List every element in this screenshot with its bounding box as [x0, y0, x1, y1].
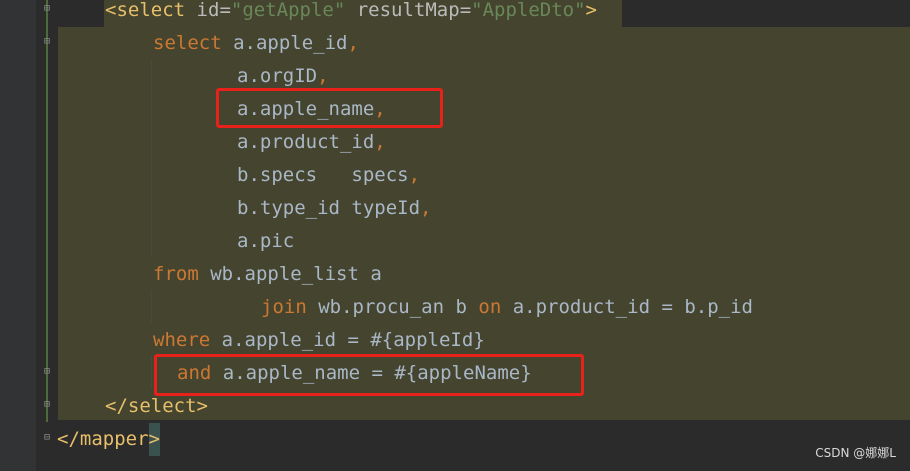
code-line-from[interactable]: from wb.apple_list a: [153, 258, 382, 291]
code-line-product-id[interactable]: a.product_id,: [237, 126, 386, 159]
attr-name: resultMap: [356, 0, 460, 21]
fold-range-indicator: [46, 0, 48, 422]
sql-text: a.orgID: [237, 65, 318, 87]
fold-end-icon[interactable]: ⊟: [41, 432, 53, 444]
code-line-where[interactable]: where a.apple_id = #{appleId}: [153, 324, 485, 357]
tag-bracket: >: [585, 0, 597, 21]
indent-guide: [151, 356, 152, 389]
attr-name: id: [196, 0, 220, 21]
sql-comma: ,: [408, 164, 421, 186]
code-line-type-id[interactable]: b.type_id typeId,: [237, 192, 431, 225]
attr-equals: =: [219, 0, 231, 21]
attr-value: "AppleDto": [471, 0, 586, 21]
sql-keyword: where: [153, 329, 211, 351]
fold-end-icon[interactable]: ⊟: [41, 399, 53, 411]
indent-guide: [151, 60, 152, 256]
sql-keyword: on: [478, 296, 502, 318]
indent-guide: [151, 290, 152, 323]
sql-comma: ,: [347, 32, 359, 54]
tag-name: </mapper: [57, 428, 149, 450]
sql-text: a.apple_id: [233, 32, 348, 54]
attr-value: "getApple": [230, 0, 346, 21]
sql-keyword: from: [153, 263, 199, 285]
fold-end-icon[interactable]: ⊟: [41, 366, 53, 378]
sql-comma: ,: [374, 131, 386, 153]
code-line-pic[interactable]: a.pic: [237, 225, 294, 258]
sql-text: wb.apple_list a: [210, 263, 382, 285]
watermark: CSDN @娜娜L: [815, 446, 896, 460]
sql-text: a.product_id = b.p_id: [512, 296, 753, 318]
sql-text: wb.procu_an b: [318, 296, 467, 318]
sql-text: b.specs specs: [237, 164, 409, 186]
sql-text: a.apple_id = #{appleId}: [221, 329, 485, 351]
sql-text: a.product_id: [237, 131, 375, 153]
code-line-select-open[interactable]: <select id="getApple" resultMap="AppleDt…: [105, 0, 597, 27]
line-number-gutter: [0, 0, 36, 471]
fold-collapse-icon[interactable]: ⊟: [41, 36, 53, 48]
tag-name: select: [116, 0, 186, 21]
sql-keyword: select: [153, 32, 222, 54]
sql-text: b.type_id typeId: [237, 197, 421, 219]
code-line-select[interactable]: select a.apple_id,: [153, 27, 359, 60]
attr-equals: =: [459, 0, 472, 21]
sql-keyword: join: [261, 296, 307, 318]
sql-comma: ,: [420, 197, 432, 219]
annotation-box: [216, 88, 443, 128]
tag-name: </select>: [105, 395, 208, 417]
matched-bracket-cursor: >: [148, 423, 160, 456]
sql-comma: ,: [317, 65, 329, 87]
code-line-mapper-close[interactable]: </mapper>: [57, 423, 160, 456]
sql-text: a.pic: [237, 230, 295, 252]
code-line-specs[interactable]: b.specs specs,: [237, 159, 420, 192]
code-line-join[interactable]: join wb.procu_an b on a.product_id = b.p…: [261, 291, 753, 324]
fold-collapse-icon[interactable]: ⊟: [41, 3, 53, 15]
annotation-box: [154, 354, 584, 396]
tag-bracket: <: [105, 0, 117, 21]
